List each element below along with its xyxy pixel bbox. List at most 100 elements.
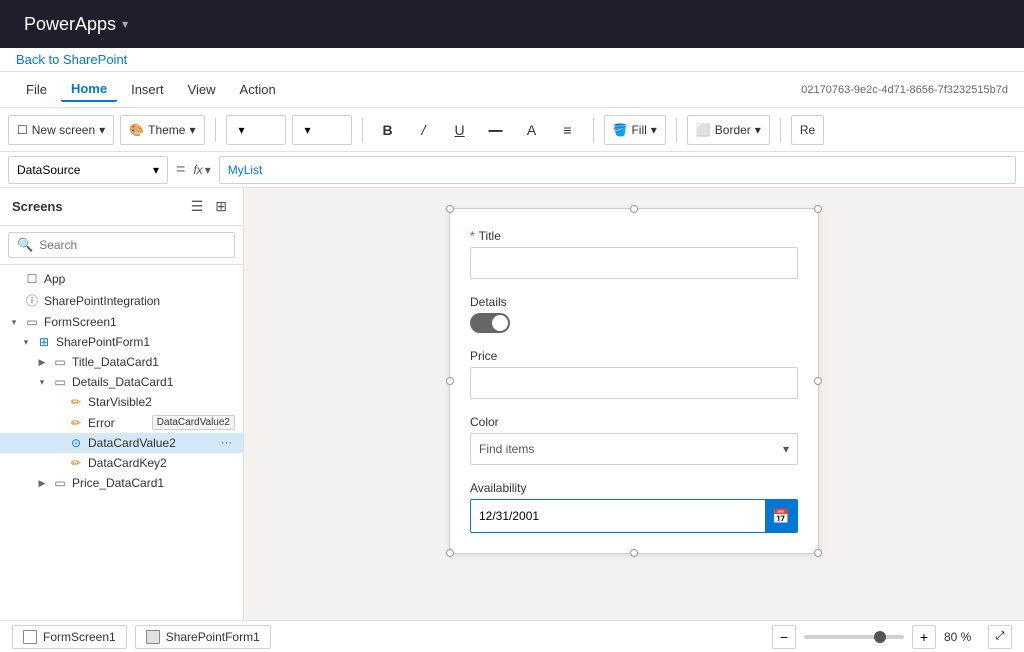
- bold-button[interactable]: B: [373, 115, 403, 145]
- fill-button[interactable]: 🪣 Fill ▾: [604, 115, 666, 145]
- theme-button[interactable]: 🎨 Theme ▾: [120, 115, 204, 145]
- new-screen-button[interactable]: ☐ New screen ▾: [8, 115, 114, 145]
- color-label: Color: [470, 415, 798, 429]
- toolbar-separator-2: [362, 118, 363, 142]
- handle-top[interactable]: [630, 205, 638, 213]
- border-label: Border: [715, 123, 751, 137]
- tree-item-starvisible2[interactable]: ✏ StarVisible2: [0, 392, 243, 412]
- date-input-wrap: 📅: [470, 499, 798, 533]
- color-field: Color Find items ▾: [470, 415, 798, 465]
- screen-tab-label: FormScreen1: [43, 630, 116, 644]
- price-datacard-icon: ▭: [52, 476, 68, 490]
- availability-label-text: Availability: [470, 481, 526, 495]
- handle-right[interactable]: [814, 377, 822, 385]
- toolbar: ☐ New screen ▾ 🎨 Theme ▾ ▾ ▾ B / U — A ≡…: [0, 108, 1024, 152]
- formula-input[interactable]: MyList: [219, 156, 1016, 184]
- details-toggle[interactable]: [470, 313, 510, 333]
- font-size-dropdown[interactable]: ▾: [292, 115, 352, 145]
- align-button[interactable]: ≡: [553, 115, 583, 145]
- menu-file[interactable]: File: [16, 78, 57, 101]
- errormessage-icon: ✏: [68, 416, 84, 430]
- tree-item-datacardkey2[interactable]: ✏ DataCardKey2: [0, 453, 243, 473]
- tree-label-formscreen: FormScreen1: [44, 315, 235, 329]
- chevron-icon-form1: ▾: [20, 337, 32, 348]
- form-card: * Title Details Price: [449, 208, 819, 554]
- underline-button[interactable]: U: [445, 115, 475, 145]
- app-title: PowerApps ▾: [24, 14, 128, 35]
- details-datacard-icon: ▭: [52, 375, 68, 389]
- handle-br[interactable]: [814, 549, 822, 557]
- menu-insert[interactable]: Insert: [121, 78, 174, 101]
- fx-button[interactable]: fx ▾: [193, 163, 210, 177]
- form-tab[interactable]: SharePointForm1: [135, 625, 271, 649]
- zoom-slider[interactable]: [804, 635, 904, 639]
- search-box: 🔍: [0, 226, 243, 265]
- handle-tl[interactable]: [446, 205, 454, 213]
- app-chevron-icon[interactable]: ▾: [122, 17, 128, 31]
- sidebar-list-icon[interactable]: ☰: [187, 196, 208, 217]
- theme-label: Theme: [148, 123, 185, 137]
- form-tab-icon: [146, 630, 160, 644]
- chevron-icon-details-dc: ▾: [36, 377, 48, 388]
- menu-home[interactable]: Home: [61, 77, 117, 102]
- tree-item-app[interactable]: ☐ App: [0, 269, 243, 289]
- tree-item-details-datacard1[interactable]: ▾ ▭ Details_DataCard1: [0, 372, 243, 392]
- zoom-slider-thumb[interactable]: [874, 631, 886, 643]
- menu-action[interactable]: Action: [230, 78, 286, 101]
- title-label: * Title: [470, 229, 798, 243]
- tree-label-details-dc: Details_DataCard1: [72, 375, 235, 389]
- strikethrough-button[interactable]: —: [481, 115, 511, 145]
- toolbar-separator-4: [676, 118, 677, 142]
- tree-label-error: Error: [88, 416, 144, 430]
- tree-item-title-datacard1[interactable]: ▶ ▭ Title_DataCard1: [0, 352, 243, 372]
- search-input[interactable]: [39, 238, 226, 252]
- property-chevron-icon: ▾: [153, 163, 159, 177]
- tree-item-errormessage[interactable]: ✏ Error DataCardValue2: [0, 412, 243, 433]
- new-screen-icon: ☐: [17, 123, 28, 137]
- price-input[interactable]: [470, 367, 798, 399]
- chevron-icon-formscreen: ▾: [8, 317, 20, 328]
- tree-item-sharepoint-integration[interactable]: ⓘ SharePointIntegration: [0, 289, 243, 312]
- color-placeholder: Find items: [479, 442, 534, 456]
- expand-button[interactable]: ⤢: [988, 625, 1012, 649]
- italic-button[interactable]: /: [409, 115, 439, 145]
- tree-item-price-datacard1[interactable]: ▶ ▭ Price_DataCard1: [0, 473, 243, 493]
- font-color-button[interactable]: A: [517, 115, 547, 145]
- availability-label: Availability: [470, 481, 798, 495]
- title-input[interactable]: [470, 247, 798, 279]
- tree-item-datacardvalue2[interactable]: ⊙ DataCardValue2 ···: [0, 433, 243, 453]
- tooltip-box: DataCardValue2: [152, 415, 235, 430]
- screen-tab[interactable]: FormScreen1: [12, 625, 127, 649]
- handle-bottom[interactable]: [630, 549, 638, 557]
- tree-label-app: App: [44, 272, 235, 286]
- sidebar-grid-icon[interactable]: ⊞: [211, 196, 231, 217]
- color-dropdown[interactable]: Find items ▾: [470, 433, 798, 465]
- tree-label-sp: SharePointIntegration: [44, 294, 235, 308]
- zoom-in-button[interactable]: +: [912, 625, 936, 649]
- back-to-sharepoint-link[interactable]: Back to SharePoint: [16, 52, 127, 67]
- tree-item-sharepointform1[interactable]: ▾ ⊞ SharePointForm1: [0, 332, 243, 352]
- form-icon: ⊞: [36, 335, 52, 349]
- calendar-icon: 📅: [772, 508, 789, 525]
- handle-tr[interactable]: [814, 205, 822, 213]
- sidebar-header-icons: ☰ ⊞: [187, 196, 231, 217]
- title-field: * Title: [470, 229, 798, 279]
- handle-bl[interactable]: [446, 549, 454, 557]
- font-family-dropdown[interactable]: ▾: [226, 115, 286, 145]
- redo-button[interactable]: Re: [791, 115, 824, 145]
- calendar-icon-btn[interactable]: 📅: [765, 500, 797, 532]
- property-selector[interactable]: DataSource ▾: [8, 156, 168, 184]
- fill-chevron-icon: ▾: [651, 123, 657, 137]
- tree-item-formscreen1[interactable]: ▾ ▭ FormScreen1: [0, 312, 243, 332]
- zoom-out-button[interactable]: −: [772, 625, 796, 649]
- border-button[interactable]: ⬜ Border ▾: [687, 115, 770, 145]
- chevron-icon-price-dc: ▶: [36, 478, 48, 489]
- tree-label-dcv2: DataCardValue2: [88, 436, 214, 450]
- handle-left[interactable]: [446, 377, 454, 385]
- sharepoint-integration-icon: ⓘ: [24, 292, 40, 309]
- availability-input[interactable]: [471, 500, 765, 532]
- tree-action-more[interactable]: ···: [218, 436, 235, 450]
- new-screen-label: New screen: [32, 123, 95, 137]
- details-toggle-wrap: [470, 313, 798, 333]
- menu-view[interactable]: View: [178, 78, 226, 101]
